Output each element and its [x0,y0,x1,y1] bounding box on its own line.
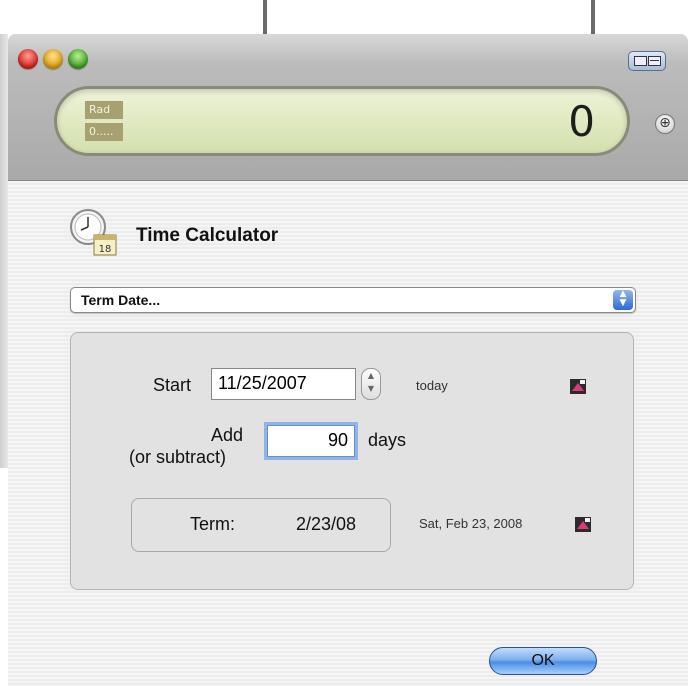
clock-calendar-icon: 18 [70,209,117,256]
subtract-label: (or subtract) [129,447,227,467]
start-label: Start [153,375,192,395]
titlebar: Rad 0..... 0 ⊕ [8,34,688,180]
start-date-stepper[interactable]: ▲ ▼ [361,368,381,400]
term-label: Term: [190,514,235,534]
toolbar-toggle-button[interactable] [628,51,666,71]
calendar-icon[interactable] [569,377,587,395]
term-value: 2/23/08 [296,514,357,534]
start-hint: today [416,378,448,393]
display-value: 0 [568,97,595,146]
close-button[interactable] [18,49,38,69]
panel-title: Time Calculator [136,225,279,246]
expand-display-button[interactable]: ⊕ [655,114,675,134]
start-date-field[interactable]: 11/25/2007 [211,368,356,400]
conversion-sheet: 18 Time Calculator Term Date... ▲ ▼ Start… [8,180,688,686]
calculator-display: Rad 0..... 0 [54,86,630,156]
calendar-icon[interactable] [574,515,592,533]
angle-mode-badge: Rad [85,101,123,119]
zoom-button[interactable] [68,49,88,69]
ok-button[interactable]: OK [489,647,597,675]
precision-badge: 0..... [85,123,123,141]
days-field[interactable]: 90 [267,425,355,457]
minimize-button[interactable] [43,49,63,69]
term-long-date: Sat, Feb 23, 2008 [419,516,523,531]
function-select[interactable]: Term Date... ▲ ▼ [70,287,636,313]
select-arrows-icon: ▲ ▼ [613,290,633,310]
term-date-group: Start 11/25/2007 ▲ ▼ today Add (or subtra… [70,332,634,590]
add-label: Add [211,425,244,445]
function-select-value: Term Date... [81,292,161,308]
calendar-day-number: 18 [99,244,112,255]
background-window-edge [0,34,8,468]
days-label: days [368,430,407,450]
calculator-window: Rad 0..... 0 ⊕ 18 Time Calculator Term D… [8,34,688,686]
